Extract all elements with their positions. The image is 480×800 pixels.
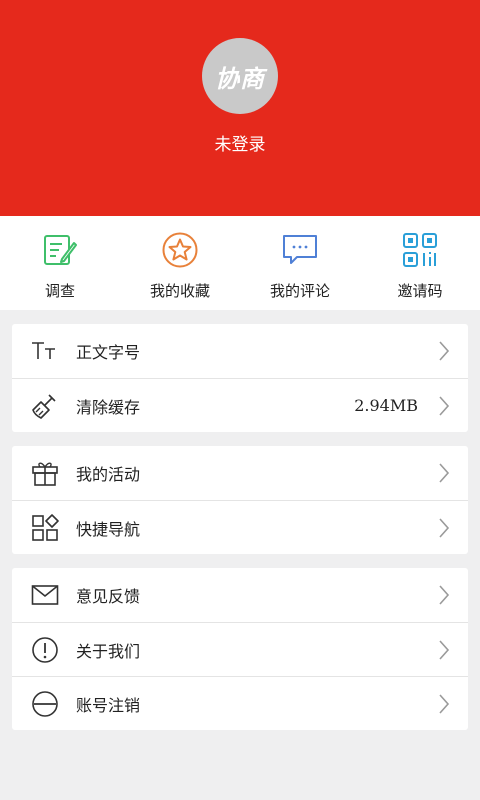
chevron-right-icon: [438, 693, 468, 715]
row-cancel-account[interactable]: 账号注销: [12, 676, 468, 730]
login-status[interactable]: 未登录: [0, 130, 480, 155]
info-exclamation-icon: [12, 636, 76, 664]
chevron-right-icon: [438, 639, 468, 661]
profile-header: 协商 未登录: [0, 0, 480, 216]
settings-group-account: 意见反馈 关于我们 账号注销: [12, 568, 468, 730]
cache-size-value: 2.94MB: [354, 396, 418, 415]
grid-apps-icon: [12, 513, 76, 542]
qr-code-icon: [400, 230, 440, 270]
quick-label-survey: 调查: [44, 282, 75, 300]
row-label-about-us: 关于我们: [76, 641, 141, 661]
row-quick-nav[interactable]: 快捷导航: [12, 500, 468, 554]
chevron-right-icon: [438, 340, 468, 362]
row-my-activities[interactable]: 我的活动: [12, 446, 468, 500]
font-size-icon: [12, 340, 76, 362]
envelope-icon: [12, 584, 76, 606]
row-label-feedback: 意见反馈: [76, 587, 141, 606]
survey-edit-icon: [40, 230, 80, 270]
row-label-cancel-account: 账号注销: [76, 695, 141, 715]
row-label-clear-cache: 清除缓存: [76, 397, 141, 417]
row-clear-cache[interactable]: 清除缓存 2.94MB: [12, 378, 468, 432]
broom-icon: [12, 392, 76, 420]
quick-label-invite-code: 邀请码: [397, 282, 443, 300]
quick-label-favorites: 我的收藏: [149, 282, 210, 300]
settings-group-display: 正文字号 清除缓存 2.94MB: [12, 324, 468, 432]
quick-actions: 调查 我的收藏 我的评论 邀请码: [0, 216, 480, 310]
quick-item-favorites[interactable]: 我的收藏: [120, 216, 240, 310]
chevron-right-icon: [438, 462, 468, 484]
comment-bubble-icon: [280, 230, 320, 270]
quick-item-survey[interactable]: 调查: [0, 216, 120, 310]
quick-item-comments[interactable]: 我的评论: [240, 216, 360, 310]
quick-label-comments: 我的评论: [269, 282, 330, 300]
row-feedback[interactable]: 意见反馈: [12, 568, 468, 622]
chevron-right-icon: [438, 584, 468, 606]
settings-group-features: 我的活动 快捷导航: [12, 446, 468, 554]
row-font-size[interactable]: 正文字号: [12, 324, 468, 378]
star-favorite-icon: [160, 230, 200, 270]
quick-item-invite-code[interactable]: 邀请码: [360, 216, 480, 310]
minus-circle-icon: [12, 690, 76, 718]
avatar-logo-text: 协商: [215, 63, 265, 93]
row-label-my-activities: 我的活动: [76, 465, 141, 484]
row-label-quick-nav: 快捷导航: [76, 519, 141, 539]
row-about-us[interactable]: 关于我们: [12, 622, 468, 676]
row-label-font-size: 正文字号: [76, 343, 141, 362]
chevron-right-icon: [438, 517, 468, 539]
gift-icon: [12, 459, 76, 487]
avatar[interactable]: 协商: [202, 38, 278, 114]
chevron-right-icon: [438, 395, 468, 417]
